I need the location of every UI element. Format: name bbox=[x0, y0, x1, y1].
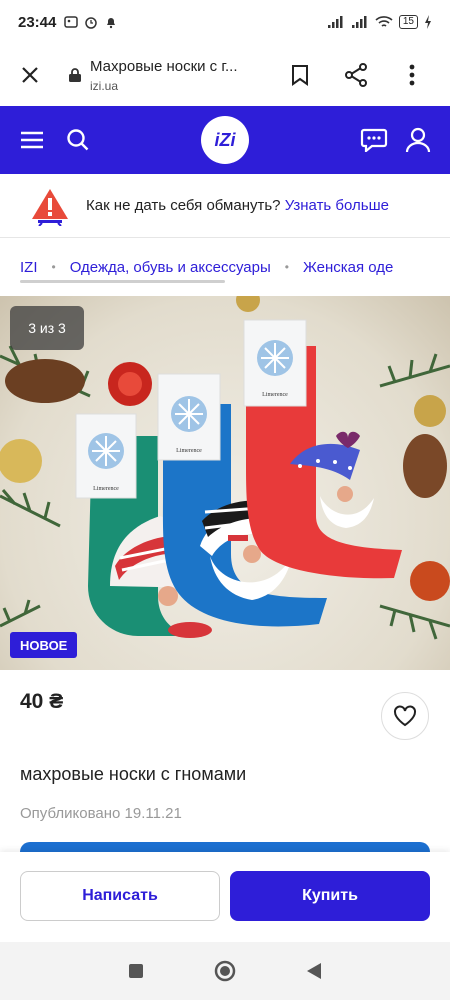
more-menu-button[interactable] bbox=[384, 55, 440, 95]
product-image[interactable]: Limerence Limerence Limerence 3 из 3 НОВ… bbox=[0, 296, 450, 670]
breadcrumb-separator: • bbox=[284, 260, 289, 274]
breadcrumb-item-izi[interactable]: IZI bbox=[20, 259, 38, 276]
menu-button[interactable] bbox=[12, 120, 52, 160]
action-bar: Написать Купить bbox=[0, 852, 450, 942]
charging-icon bbox=[425, 15, 431, 29]
breadcrumb-item-women[interactable]: Женская оде bbox=[303, 259, 393, 276]
battery-indicator: 15 bbox=[398, 15, 418, 29]
buy-button[interactable]: Купить bbox=[230, 871, 430, 921]
site-header: iZi bbox=[0, 106, 450, 174]
new-badge: НОВОЕ bbox=[10, 632, 78, 658]
wifi-icon bbox=[375, 16, 393, 27]
product-title: махровые носки с гномами bbox=[20, 764, 247, 784]
browser-domain: izi.ua bbox=[90, 78, 119, 93]
back-icon[interactable] bbox=[306, 962, 322, 980]
bell-icon bbox=[107, 18, 116, 29]
image-counter: 3 из 3 bbox=[10, 306, 84, 350]
breadcrumb: IZI • Одежда, обувь и аксессуары • Женск… bbox=[0, 238, 450, 296]
share-button[interactable] bbox=[328, 55, 384, 95]
close-icon bbox=[22, 67, 38, 83]
svg-text:Limerence: Limerence bbox=[262, 392, 288, 398]
lock-icon[interactable] bbox=[64, 67, 86, 83]
status-time: 23:44 bbox=[18, 13, 57, 31]
banner-learn-more-link[interactable]: Узнать больше bbox=[285, 197, 389, 214]
recents-icon[interactable] bbox=[128, 963, 144, 979]
banner-text: Как не дать себя обмануть? bbox=[86, 197, 281, 214]
site-logo[interactable]: iZi bbox=[201, 116, 249, 164]
user-icon bbox=[405, 127, 431, 153]
product-photo-illustration: Limerence Limerence Limerence bbox=[0, 296, 450, 640]
hamburger-icon bbox=[21, 131, 43, 149]
browser-page-title: Махровые носки с г... bbox=[90, 57, 238, 75]
close-tab-button[interactable] bbox=[10, 55, 50, 95]
browser-toolbar: Махровые носки с г... izi.ua bbox=[0, 44, 450, 106]
status-bar: 23:44 15 bbox=[0, 0, 450, 44]
profile-button[interactable] bbox=[398, 120, 438, 160]
warning-triangle-icon bbox=[32, 188, 68, 226]
url-box[interactable]: Махровые носки с г... izi.ua bbox=[90, 58, 272, 93]
breadcrumb-separator: • bbox=[51, 260, 56, 274]
signal-icon bbox=[327, 16, 343, 28]
favorite-button[interactable] bbox=[381, 692, 429, 740]
published-date: Опубликовано 19.11.21 bbox=[20, 805, 182, 822]
bookmark-icon bbox=[292, 65, 308, 86]
share-icon bbox=[345, 63, 367, 87]
heart-icon bbox=[394, 705, 416, 727]
messages-button[interactable] bbox=[354, 120, 394, 160]
svg-text:Limerence: Limerence bbox=[176, 448, 202, 454]
banner-text-wrap: Как не дать себя обмануть? Узнать больше bbox=[86, 197, 389, 214]
search-button[interactable] bbox=[58, 120, 98, 160]
breadcrumb-item-clothing[interactable]: Одежда, обувь и аксессуары bbox=[70, 259, 271, 276]
home-icon[interactable] bbox=[214, 960, 236, 982]
search-icon bbox=[67, 129, 89, 151]
chat-icon bbox=[360, 128, 388, 152]
gallery-notification-icon bbox=[64, 16, 79, 28]
alarm-icon bbox=[85, 17, 98, 29]
status-icons bbox=[64, 15, 118, 29]
product-price: 40 ₴ bbox=[20, 690, 64, 713]
bookmark-button[interactable] bbox=[272, 55, 328, 95]
scam-warning-banner[interactable]: Как не дать себя обмануть? Узнать больше bbox=[0, 174, 450, 238]
write-message-button[interactable]: Написать bbox=[20, 871, 220, 921]
signal-icon-2 bbox=[351, 16, 367, 28]
system-nav-bar bbox=[0, 942, 450, 1000]
svg-text:Limerence: Limerence bbox=[93, 486, 119, 492]
breadcrumb-scrollbar[interactable] bbox=[20, 280, 225, 283]
more-vertical-icon bbox=[409, 64, 415, 86]
